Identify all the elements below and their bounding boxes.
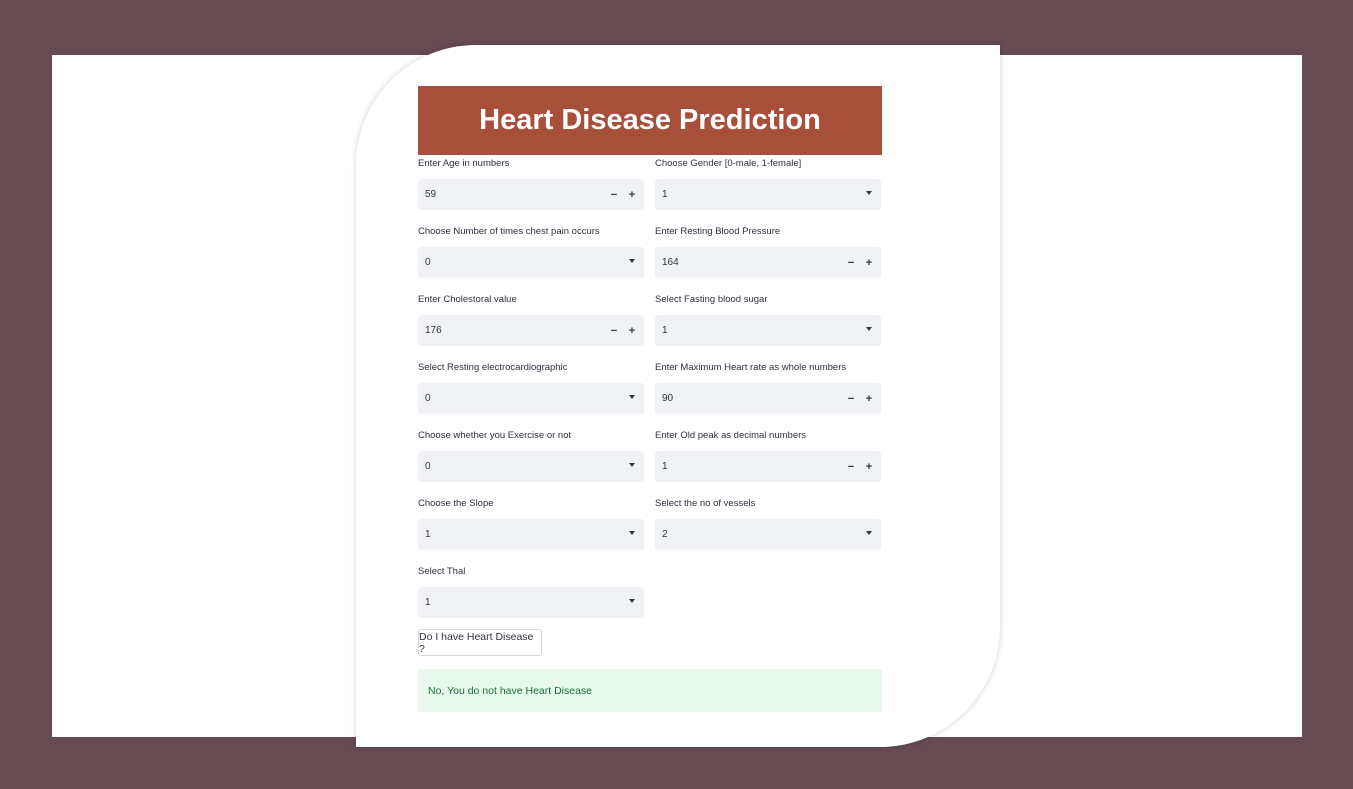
resting-bp-value[interactable]: 164 (655, 257, 842, 268)
vessels-select[interactable]: 2 (655, 519, 881, 550)
fasting-sugar-select[interactable]: 1 (655, 315, 881, 346)
old-peak-label: Enter Old peak as decimal numbers (655, 430, 807, 441)
fasting-sugar-field: Select Fasting blood sugar 1 (655, 293, 881, 346)
age-increment-button[interactable]: + (623, 189, 641, 201)
gender-select[interactable]: 1 (655, 179, 881, 210)
cholesterol-field: Enter Cholestoral value 176 − + (418, 293, 644, 346)
resting-ecg-field: Select Resting electrocardiographic 0 (418, 361, 644, 414)
slope-field: Choose the Slope 1 (418, 497, 644, 550)
old-peak-decrement-button[interactable]: − (842, 461, 860, 473)
max-heart-rate-decrement-button[interactable]: − (842, 393, 860, 405)
max-heart-rate-number-input[interactable]: 90 − + (655, 383, 881, 414)
chevron-down-icon[interactable] (629, 599, 635, 603)
vessels-field: Select the no of vessels 2 (655, 497, 881, 550)
vessels-label: Select the no of vessels (655, 498, 756, 509)
resting-bp-increment-button[interactable]: + (860, 257, 878, 269)
vessels-value: 2 (662, 529, 668, 540)
result-alert: No, You do not have Heart Disease (418, 669, 882, 712)
chest-pain-value: 0 (425, 257, 431, 268)
resting-bp-number-input[interactable]: 164 − + (655, 247, 881, 278)
fasting-sugar-label: Select Fasting blood sugar (655, 294, 768, 305)
cholesterol-number-input[interactable]: 176 − + (418, 315, 644, 346)
resting-ecg-select[interactable]: 0 (418, 383, 644, 414)
exercise-select[interactable]: 0 (418, 451, 644, 482)
thal-value: 1 (425, 597, 431, 608)
chevron-down-icon[interactable] (866, 191, 872, 195)
slope-value: 1 (425, 529, 431, 540)
chevron-down-icon[interactable] (629, 259, 635, 263)
old-peak-field: Enter Old peak as decimal numbers 1 − + (655, 429, 881, 482)
slope-select[interactable]: 1 (418, 519, 644, 550)
chevron-down-icon[interactable] (629, 463, 635, 467)
chest-pain-select[interactable]: 0 (418, 247, 644, 278)
age-number-input[interactable]: 59 − + (418, 179, 644, 210)
chevron-down-icon[interactable] (629, 395, 635, 399)
resting-bp-decrement-button[interactable]: − (842, 257, 860, 269)
resting-ecg-label: Select Resting electrocardiographic (418, 362, 568, 373)
age-field: Enter Age in numbers 59 − + (418, 157, 644, 210)
gender-label: Choose Gender [0-male, 1-female] (655, 158, 802, 169)
old-peak-number-input[interactable]: 1 − + (655, 451, 881, 482)
gender-value: 1 (662, 189, 668, 200)
cholesterol-label: Enter Cholestoral value (418, 294, 517, 305)
exercise-value: 0 (425, 461, 431, 472)
resting-ecg-value: 0 (425, 393, 431, 404)
chevron-down-icon[interactable] (629, 531, 635, 535)
cholesterol-increment-button[interactable]: + (623, 325, 641, 337)
chevron-down-icon[interactable] (866, 327, 872, 331)
resting-bp-label: Enter Resting Blood Pressure (655, 226, 781, 237)
max-heart-rate-increment-button[interactable]: + (860, 393, 878, 405)
age-decrement-button[interactable]: − (605, 189, 623, 201)
cholesterol-decrement-button[interactable]: − (605, 325, 623, 337)
chest-pain-label: Choose Number of times chest pain occurs (418, 226, 600, 237)
thal-select[interactable]: 1 (418, 587, 644, 618)
age-label: Enter Age in numbers (418, 158, 510, 169)
old-peak-increment-button[interactable]: + (860, 461, 878, 473)
page-title: Heart Disease Prediction (418, 86, 882, 155)
chest-pain-field: Choose Number of times chest pain occurs… (418, 225, 644, 278)
exercise-label: Choose whether you Exercise or not (418, 430, 572, 441)
thal-label: Select Thal (418, 566, 466, 577)
slope-label: Choose the Slope (418, 498, 494, 509)
cholesterol-value[interactable]: 176 (418, 325, 605, 336)
resting-bp-field: Enter Resting Blood Pressure 164 − + (655, 225, 881, 278)
max-heart-rate-label: Enter Maximum Heart rate as whole number… (655, 362, 847, 373)
fasting-sugar-value: 1 (662, 325, 668, 336)
max-heart-rate-value[interactable]: 90 (655, 393, 842, 404)
thal-field: Select Thal 1 (418, 565, 644, 618)
age-value[interactable]: 59 (418, 189, 605, 200)
result-text: No, You do not have Heart Disease (428, 684, 593, 697)
max-heart-rate-field: Enter Maximum Heart rate as whole number… (655, 361, 881, 414)
gender-field: Choose Gender [0-male, 1-female] 1 (655, 157, 881, 210)
chevron-down-icon[interactable] (866, 531, 872, 535)
old-peak-value[interactable]: 1 (655, 461, 842, 472)
exercise-field: Choose whether you Exercise or not 0 (418, 429, 644, 482)
predict-button[interactable]: Do I have Heart Disease ? (418, 629, 542, 656)
